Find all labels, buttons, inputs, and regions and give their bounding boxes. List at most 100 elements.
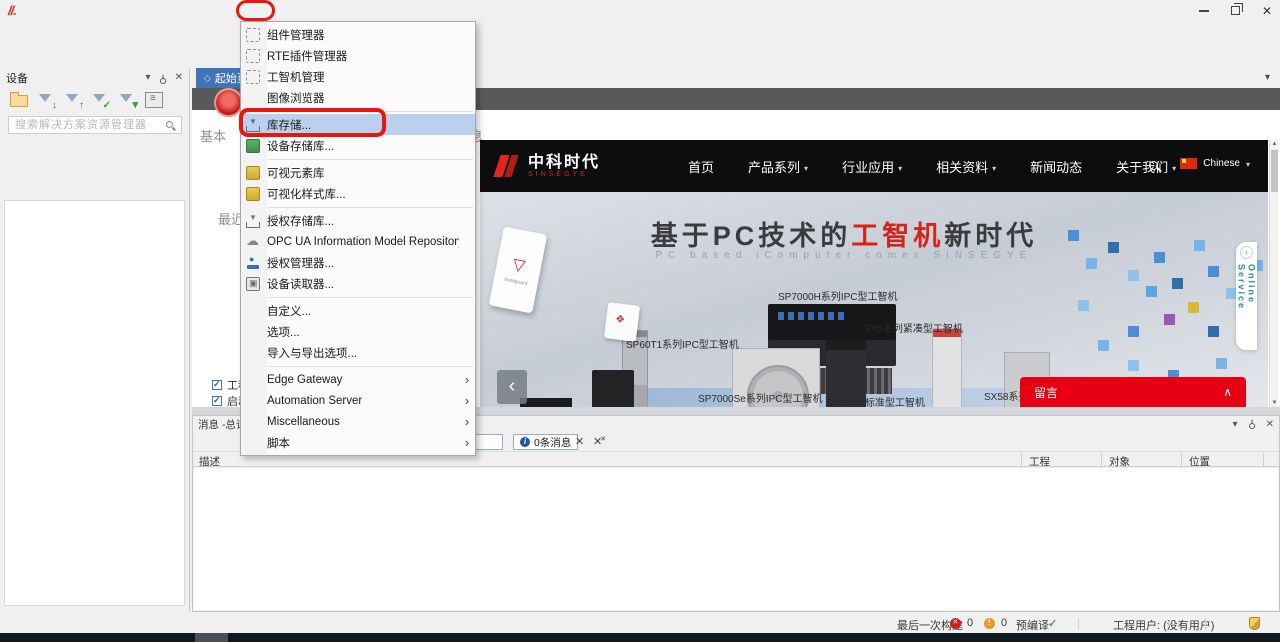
menu-item-rte-plugin-manager[interactable]: RTE插件管理器 (241, 45, 475, 66)
menubar-window[interactable] (194, 9, 204, 13)
library-repository-icon (246, 118, 260, 132)
new-folder-icon[interactable] (10, 95, 28, 107)
error-icon (950, 618, 961, 629)
properties-icon[interactable] (145, 92, 163, 108)
embedded-browser: 中科时代 SINSEGYE 首页 产品系列 行业应用 (480, 140, 1268, 407)
column-object[interactable]: 对象 (1109, 454, 1130, 469)
panel-dropdown-icon[interactable]: ▾ (146, 73, 151, 83)
website-brand[interactable]: 中科时代 SINSEGYE (494, 153, 600, 179)
search-icon (166, 121, 173, 128)
device-image (932, 328, 962, 407)
search-input[interactable] (8, 116, 182, 134)
menubar-view[interactable] (68, 9, 78, 13)
card-logo-icon: ▽ (511, 254, 527, 276)
opcua-repository-icon (246, 235, 260, 249)
messages-list[interactable] (194, 468, 1278, 610)
column-position[interactable]: 位置 (1189, 454, 1210, 469)
messages-filter-button[interactable]: i 0条消息 (513, 434, 578, 450)
restore-icon[interactable] (1231, 6, 1240, 15)
scroll-down-icon[interactable]: ▼ (1270, 400, 1279, 406)
menu-item-opcua-repository[interactable]: OPC UA Information Model Repository... (241, 231, 475, 252)
app-logo-icon: //. (8, 3, 16, 18)
check-icon: ✓ (1048, 617, 1057, 630)
nav-products[interactable]: 产品系列 (748, 157, 808, 176)
menu-item-component-manager[interactable]: 组件管理器 (241, 24, 475, 45)
online-service-tab[interactable]: ‹ Online Service (1236, 242, 1257, 350)
menu-item-icomputer-manager[interactable]: 工智机管理 (241, 66, 475, 87)
pin-icon[interactable]: ⚲ (1248, 418, 1256, 431)
minimize-icon[interactable] (1199, 10, 1209, 12)
menu-item-automation-server[interactable]: Automation Server (241, 390, 475, 411)
menubar-tools[interactable] (173, 9, 183, 13)
site-search-icon[interactable] (1149, 161, 1158, 170)
china-flag-icon (1180, 158, 1197, 169)
column-project[interactable]: 工程 (1029, 454, 1050, 469)
filter-sort-icon[interactable] (37, 92, 55, 108)
filter-up-icon[interactable] (64, 92, 82, 108)
tab-list-dropdown-icon[interactable]: ▾ (1265, 72, 1270, 83)
scrollbar-thumb[interactable] (1271, 150, 1278, 192)
menubar-help[interactable] (215, 9, 225, 13)
messages-filter-label: 0条消息 (534, 435, 571, 450)
menu-item-visualization-styles-library[interactable]: 可视化样式库... (241, 183, 475, 204)
panel-close-icon[interactable]: ✕ (1266, 419, 1274, 430)
clear-message-icon[interactable]: ✕ (575, 435, 584, 448)
collapse-icon[interactable]: ‹ (1240, 246, 1253, 259)
nav-about[interactable]: 关于我们 (1116, 157, 1176, 176)
menu-item-library-repository[interactable]: 库存储... (241, 114, 475, 135)
leave-message-button[interactable]: 留言 ∧ (1020, 377, 1246, 407)
menu-item-device-repository[interactable]: 设备存储库... (241, 135, 475, 156)
device-tree[interactable] (4, 200, 185, 606)
vertical-scrollbar[interactable]: ▲ ▼ (1269, 140, 1278, 407)
menu-item-image-browser[interactable]: 图像浏览器 (241, 87, 475, 108)
menu-item-label: 工智机管理 (267, 69, 459, 85)
checkbox-checked-icon[interactable] (212, 396, 222, 406)
menu-item-device-reader[interactable]: 设备读取器... (241, 273, 475, 294)
menubar-debug[interactable] (152, 9, 162, 13)
clear-all-messages-icon[interactable]: ✕✕ (593, 435, 608, 448)
menu-item-visual-elements-library[interactable]: 可视元素库 (241, 162, 475, 183)
close-icon[interactable]: ✕ (1262, 5, 1272, 17)
menu-item-script[interactable]: 脚本 (241, 432, 475, 453)
checkbox-checked-icon[interactable] (212, 380, 222, 390)
nav-resources[interactable]: 相关资料 (936, 157, 996, 176)
panel-dropdown-icon[interactable]: ▾ (1233, 419, 1238, 430)
visual-elements-library-icon (246, 166, 260, 180)
menu-item-label: Edge Gateway (267, 374, 459, 386)
menu-item-options[interactable]: 选项... (241, 321, 475, 342)
language-switcher[interactable]: Chinese (1180, 156, 1250, 170)
headline-pre: 基于PC技术的 (651, 221, 852, 251)
menu-item-edge-gateway[interactable]: Edge Gateway (241, 369, 475, 390)
pin-icon[interactable]: ⚲ (159, 73, 167, 84)
menu-item-miscellaneous[interactable]: Miscellaneous (241, 411, 475, 432)
rte-plugin-manager-icon (246, 49, 260, 63)
menubar-build[interactable] (110, 9, 120, 13)
info-icon: i (520, 437, 530, 447)
menu-item-license-repository[interactable]: 授权存储库... (241, 210, 475, 231)
menu-item-icon (246, 373, 260, 387)
filter-check-icon[interactable] (91, 92, 109, 108)
nav-news[interactable]: 新闻动态 (1030, 157, 1082, 176)
nav-home[interactable]: 首页 (688, 157, 714, 176)
menu-item-label: 授权管理器... (267, 255, 459, 271)
panel-close-icon[interactable]: ✕ (175, 73, 183, 83)
menubar-designer[interactable] (236, 9, 246, 13)
column-description[interactable]: 描述 (199, 454, 220, 469)
license-repository-icon (246, 214, 260, 228)
scroll-up-icon[interactable]: ▲ (1270, 141, 1279, 147)
submenu-arrow-icon (459, 414, 475, 429)
menu-item-label: 选项... (267, 324, 459, 340)
menubar-online[interactable] (131, 9, 141, 13)
menu-item-license-manager[interactable]: 授权管理器... (241, 252, 475, 273)
nav-industry[interactable]: 行业应用 (842, 157, 902, 176)
menubar-file[interactable] (26, 9, 36, 13)
menu-item-import-export-options[interactable]: 导入与导出选项... (241, 342, 475, 363)
menu-item-label: 脚本 (267, 435, 459, 451)
menubar-project[interactable] (89, 9, 99, 13)
menu-item-customize[interactable]: 自定义... (241, 300, 475, 321)
menubar-edit[interactable] (47, 9, 57, 13)
carousel-prev-button[interactable]: ‹ (497, 370, 527, 404)
website-header: 中科时代 SINSEGYE 首页 产品系列 行业应用 (480, 140, 1268, 192)
brand-subtitle: SINSEGYE (528, 171, 600, 178)
filter-green-icon[interactable] (118, 92, 136, 108)
